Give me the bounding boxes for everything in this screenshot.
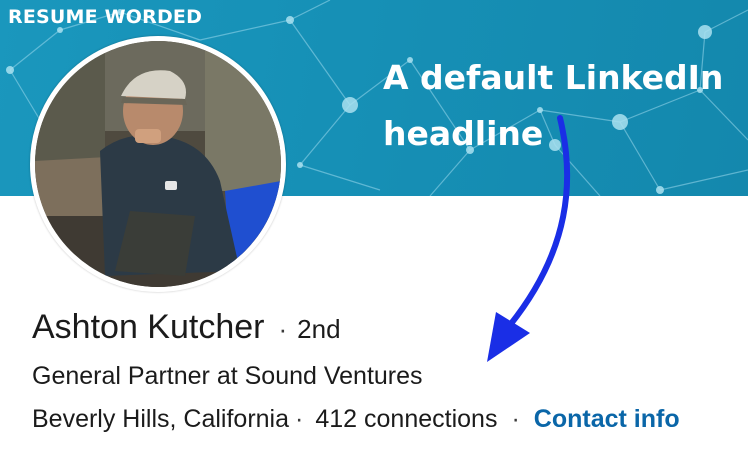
connections-count[interactable]: 412 connections <box>315 405 497 434</box>
annotation-line-1: A default LinkedIn <box>383 58 724 97</box>
contact-info-link[interactable]: Contact info <box>534 405 680 434</box>
connection-degree: 2nd <box>297 314 341 344</box>
profile-name-row: Ashton Kutcher · 2nd <box>32 308 341 352</box>
profile-location: Beverly Hills, California <box>32 405 290 433</box>
profile-meta-row: Beverly Hills, California · 412 connecti… <box>32 405 680 441</box>
profile-photo-icon <box>35 41 281 287</box>
profile-headline: General Partner at Sound Ventures <box>32 362 423 390</box>
annotation-text: A default LinkedIn headline <box>383 50 743 162</box>
brand-watermark: RESUME WORDED <box>8 6 203 28</box>
separator-dot: · <box>511 405 520 433</box>
separator-dot: · <box>295 405 304 433</box>
profile-avatar[interactable] <box>30 36 286 292</box>
profile-name[interactable]: Ashton Kutcher <box>32 308 264 347</box>
annotation-line-2: headline <box>383 114 544 153</box>
separator-dot: · <box>278 314 288 344</box>
